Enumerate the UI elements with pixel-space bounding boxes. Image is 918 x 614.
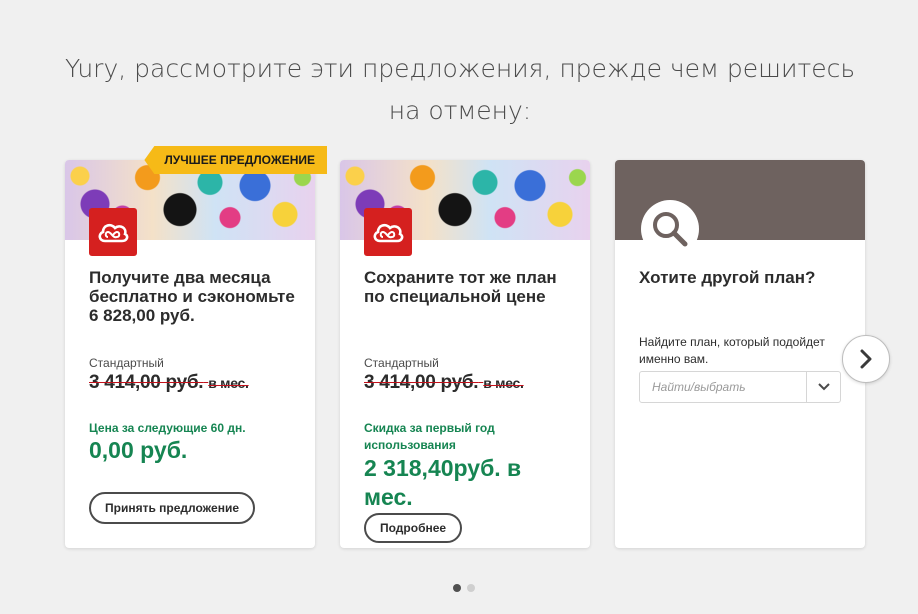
details-button[interactable]: Подробнее [364,513,463,543]
carousel-dot-1[interactable] [453,584,461,592]
new-price: 2 318,40руб. в мес. [364,455,522,510]
old-price-period: в мес. [208,375,249,391]
offer-card-free-months: ЛУЧШЕЕ ПРЕДЛОЖЕНИЕ Получите два месяца б… [65,146,327,548]
old-price-amount: 3 414,00 руб. [89,372,204,393]
offer-card-discount: Сохраните тот же план по специальной цен… [340,160,590,548]
carousel-dot-2[interactable] [467,584,475,592]
offer-label: Скидка за первый год использования [364,421,495,452]
accept-offer-button[interactable]: Принять предложение [89,492,255,524]
new-price: 0,00 руб. [89,437,188,463]
old-price-period: в мес. [483,375,524,391]
offer-title: Получите два месяца бесплатно и сэкономь… [89,268,295,325]
other-plan-card: Хотите другой план? Найдите план, которы… [615,160,865,548]
creative-cloud-icon [364,208,412,256]
plan-search-select[interactable] [639,371,841,403]
chevron-down-icon[interactable] [806,372,840,402]
other-plan-title: Хотите другой план? [639,268,816,287]
other-plan-help-text: Найдите план, который подойдет именно ва… [639,335,825,366]
best-offer-badge: ЛУЧШЕЕ ПРЕДЛОЖЕНИЕ [144,146,327,174]
offer-title: Сохраните тот же план по специальной цен… [364,268,557,306]
carousel-dots [453,584,475,592]
plan-name: Стандартный [364,356,439,370]
plan-name: Стандартный [89,356,164,370]
carousel-next-button[interactable] [842,335,890,383]
page-headline: Yury, рассмотрите эти предложения, прежд… [64,54,856,125]
old-price: 3 414,00 руб. в мес. [364,372,524,394]
old-price: 3 414,00 руб. в мес. [89,372,249,394]
magnifier-icon [641,200,699,258]
plan-search-input[interactable] [640,372,806,402]
creative-cloud-icon [89,208,137,256]
offer-label: Цена за следующие 60 дн. [89,421,246,435]
old-price-amount: 3 414,00 руб. [364,372,479,393]
chevron-right-icon [860,349,872,369]
